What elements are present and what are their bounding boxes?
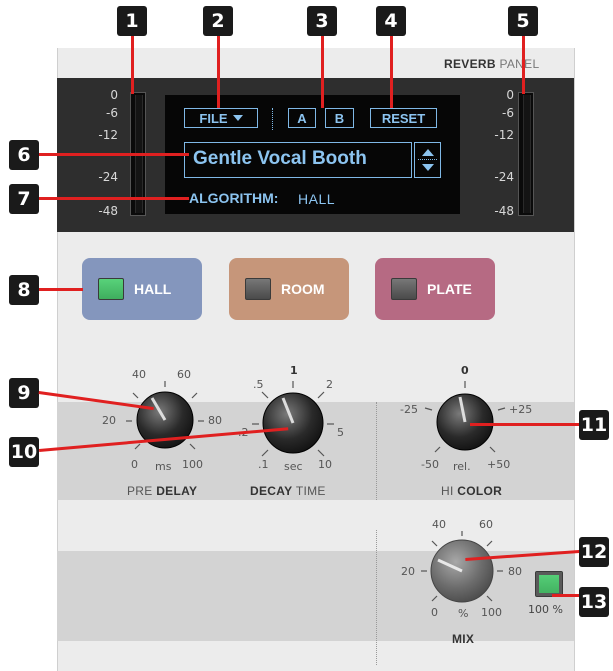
mix-tick-label: 40	[432, 518, 446, 531]
callout-7: 7	[9, 184, 39, 214]
callout-line-2	[217, 36, 220, 108]
pre-delay-tick-label: 80	[208, 414, 222, 427]
mix-tick-label: 100	[481, 606, 502, 619]
hi-color-tick-label: -25	[400, 403, 418, 416]
callout-13: 13	[579, 587, 609, 617]
decay-unit: sec	[284, 460, 303, 473]
pre-delay-tick-label: 20	[102, 414, 116, 427]
decay-tick-label: 5	[337, 426, 344, 439]
pre-delay-tick-label: 60	[177, 368, 191, 381]
callout-11: 11	[579, 410, 609, 440]
callout-4: 4	[376, 6, 406, 36]
decay-time-label: DECAY TIME	[250, 484, 326, 498]
callout-2: 2	[203, 6, 233, 36]
callout-10: 10	[9, 437, 39, 467]
callout-6: 6	[9, 140, 39, 170]
callout-line-13	[552, 594, 579, 597]
callout-9: 9	[9, 378, 39, 408]
mix-tick-label: 60	[479, 518, 493, 531]
pre-delay-tick-label: 40	[132, 368, 146, 381]
decay-tick-label: 10	[318, 458, 332, 471]
hi-color-tick-label: +50	[487, 458, 511, 471]
callout-line-5	[522, 36, 525, 94]
callout-8: 8	[9, 275, 39, 305]
pre-delay-unit: ms	[155, 460, 172, 473]
callout-5: 5	[508, 6, 538, 36]
callout-line-7	[39, 197, 189, 200]
mix-label: MIX	[452, 632, 475, 646]
mix-unit: %	[458, 607, 469, 620]
decay-time-knob[interactable]	[262, 392, 324, 454]
callout-3: 3	[307, 6, 337, 36]
callout-line-1	[131, 36, 134, 94]
callout-line-11	[470, 423, 579, 426]
callout-line-6	[39, 153, 189, 156]
decay-tick-label: .1	[258, 458, 269, 471]
mix-100-label: 100 %	[528, 603, 563, 616]
hi-color-tick-label: +25	[509, 403, 533, 416]
pre-delay-tick-label: 0	[131, 458, 138, 471]
hi-color-unit: rel.	[453, 460, 471, 473]
hi-color-tick-label: 0	[461, 364, 469, 377]
callout-line-3	[321, 36, 324, 108]
hi-color-label: HI COLOR	[441, 484, 503, 498]
callout-12: 12	[579, 537, 609, 567]
mix-tick-label: 20	[401, 565, 415, 578]
hi-color-knob[interactable]	[436, 393, 494, 451]
decay-tick-label: 2	[326, 378, 333, 391]
mix-tick-label: 80	[508, 565, 522, 578]
mix-tick-label: 0	[431, 606, 438, 619]
pre-delay-label: PRE DELAY	[127, 484, 198, 498]
callout-line-4	[390, 36, 393, 108]
callout-1: 1	[117, 6, 147, 36]
decay-tick-label: .5	[253, 378, 264, 391]
decay-tick-label: 1	[290, 364, 298, 377]
callout-line-8	[39, 288, 83, 291]
pre-delay-tick-label: 100	[182, 458, 203, 471]
mix-knob[interactable]	[430, 539, 494, 603]
hi-color-tick-label: -50	[421, 458, 439, 471]
